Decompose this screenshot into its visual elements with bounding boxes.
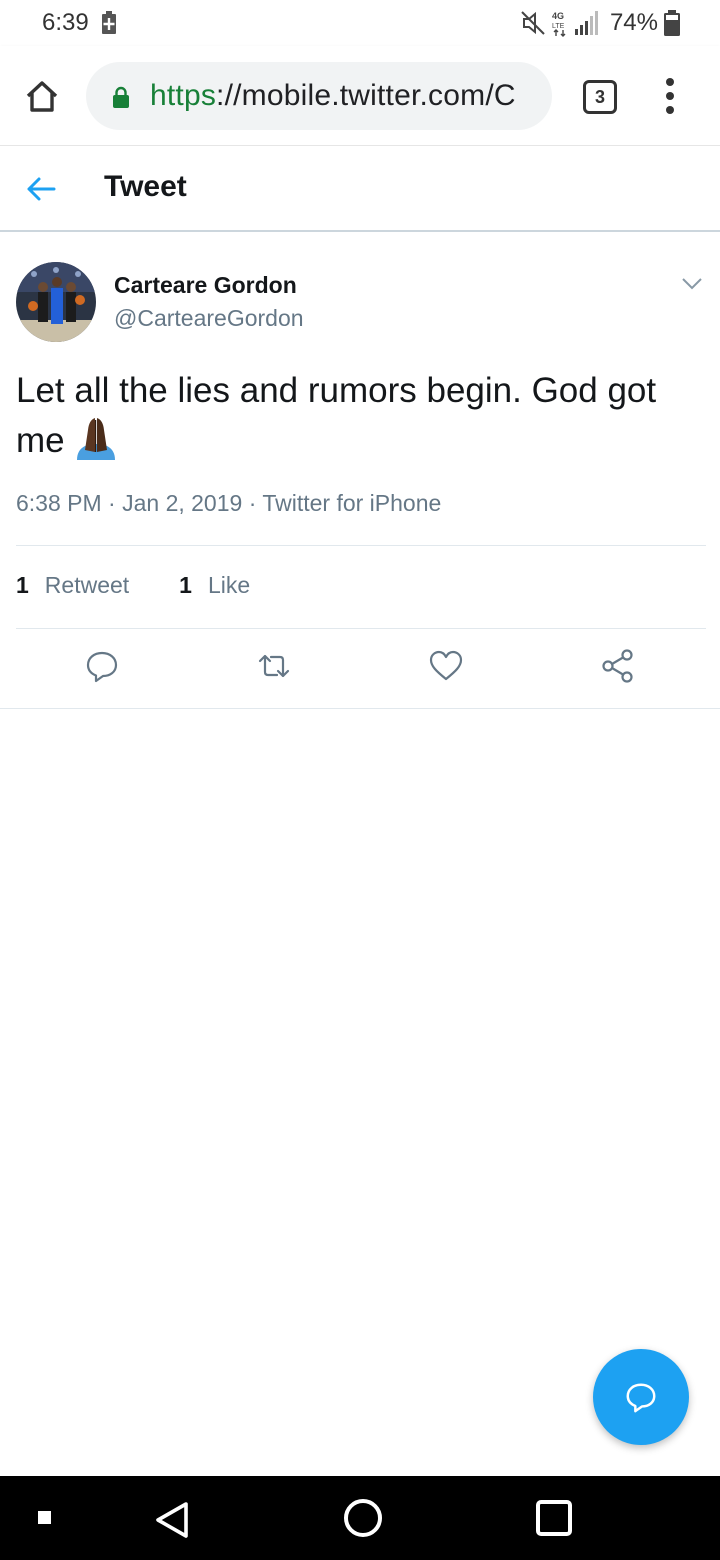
- chevron-down-icon[interactable]: [680, 274, 704, 292]
- compose-reply-icon: [626, 1383, 656, 1413]
- url-path: ://mobile.twitter.com/C: [216, 79, 516, 112]
- back-arrow-icon[interactable]: [24, 174, 58, 204]
- url-scheme: https: [150, 79, 217, 112]
- svg-text:LTE: LTE: [552, 23, 565, 30]
- tweet-stats: 1 Retweet 1 Like: [16, 572, 250, 599]
- status-icons: 4G LTE 74%: [520, 8, 680, 38]
- tab-count: 3: [594, 86, 605, 107]
- battery-percent: 74%: [609, 9, 658, 36]
- compose-reply-button[interactable]: [593, 1349, 689, 1445]
- reply-icon[interactable]: [84, 648, 120, 684]
- retweet-label[interactable]: Retweet: [45, 572, 129, 599]
- status-bar: 6:39 4G LTE 74%: [0, 0, 720, 46]
- lte-icon: 4G LTE: [552, 11, 566, 37]
- like-label[interactable]: Like: [208, 572, 250, 599]
- home-icon[interactable]: [22, 76, 62, 116]
- svg-text:4G: 4G: [552, 11, 564, 21]
- share-icon[interactable]: [600, 648, 636, 684]
- tweet-actions: [0, 644, 720, 694]
- like-icon[interactable]: [428, 648, 464, 684]
- battery-icon: [664, 10, 680, 36]
- retweet-icon[interactable]: [256, 648, 292, 684]
- url-text: https://mobile.twitter.com/C: [150, 79, 516, 113]
- retweet-count[interactable]: 1: [16, 572, 29, 599]
- menu-dots-icon[interactable]: [660, 74, 680, 118]
- nav-back-icon[interactable]: [152, 1500, 192, 1540]
- mute-icon: [521, 11, 545, 35]
- battery-saver-icon: [102, 11, 116, 34]
- tweet-text: Let all the lies and rumors begin. God g…: [16, 366, 706, 466]
- folded-hands-emoji: [76, 418, 115, 460]
- status-time: 6:39: [42, 9, 89, 36]
- page-header: Tweet: [0, 146, 720, 232]
- signal-icon: [574, 11, 598, 35]
- tweet-timestamp: 6:38 PM · Jan 2, 2019 · Twitter for iPho…: [16, 490, 442, 516]
- author-handle[interactable]: @CarteareGordon: [114, 305, 304, 332]
- nav-square-icon[interactable]: [38, 1511, 51, 1524]
- author-name[interactable]: Carteare Gordon: [114, 272, 297, 299]
- system-nav-bar: [0, 1476, 720, 1560]
- nav-home-icon[interactable]: [344, 1499, 382, 1537]
- address-bar[interactable]: https://mobile.twitter.com/C: [86, 62, 552, 130]
- browser-toolbar: https://mobile.twitter.com/C 3: [0, 46, 720, 146]
- divider: [16, 628, 706, 629]
- divider: [0, 708, 720, 709]
- lock-icon: [113, 86, 129, 108]
- like-count[interactable]: 1: [179, 572, 192, 599]
- avatar[interactable]: [16, 262, 96, 342]
- divider: [16, 545, 706, 546]
- tab-switcher-button[interactable]: 3: [583, 80, 617, 114]
- nav-recents-icon[interactable]: [536, 1500, 572, 1536]
- page-title: Tweet: [104, 170, 187, 203]
